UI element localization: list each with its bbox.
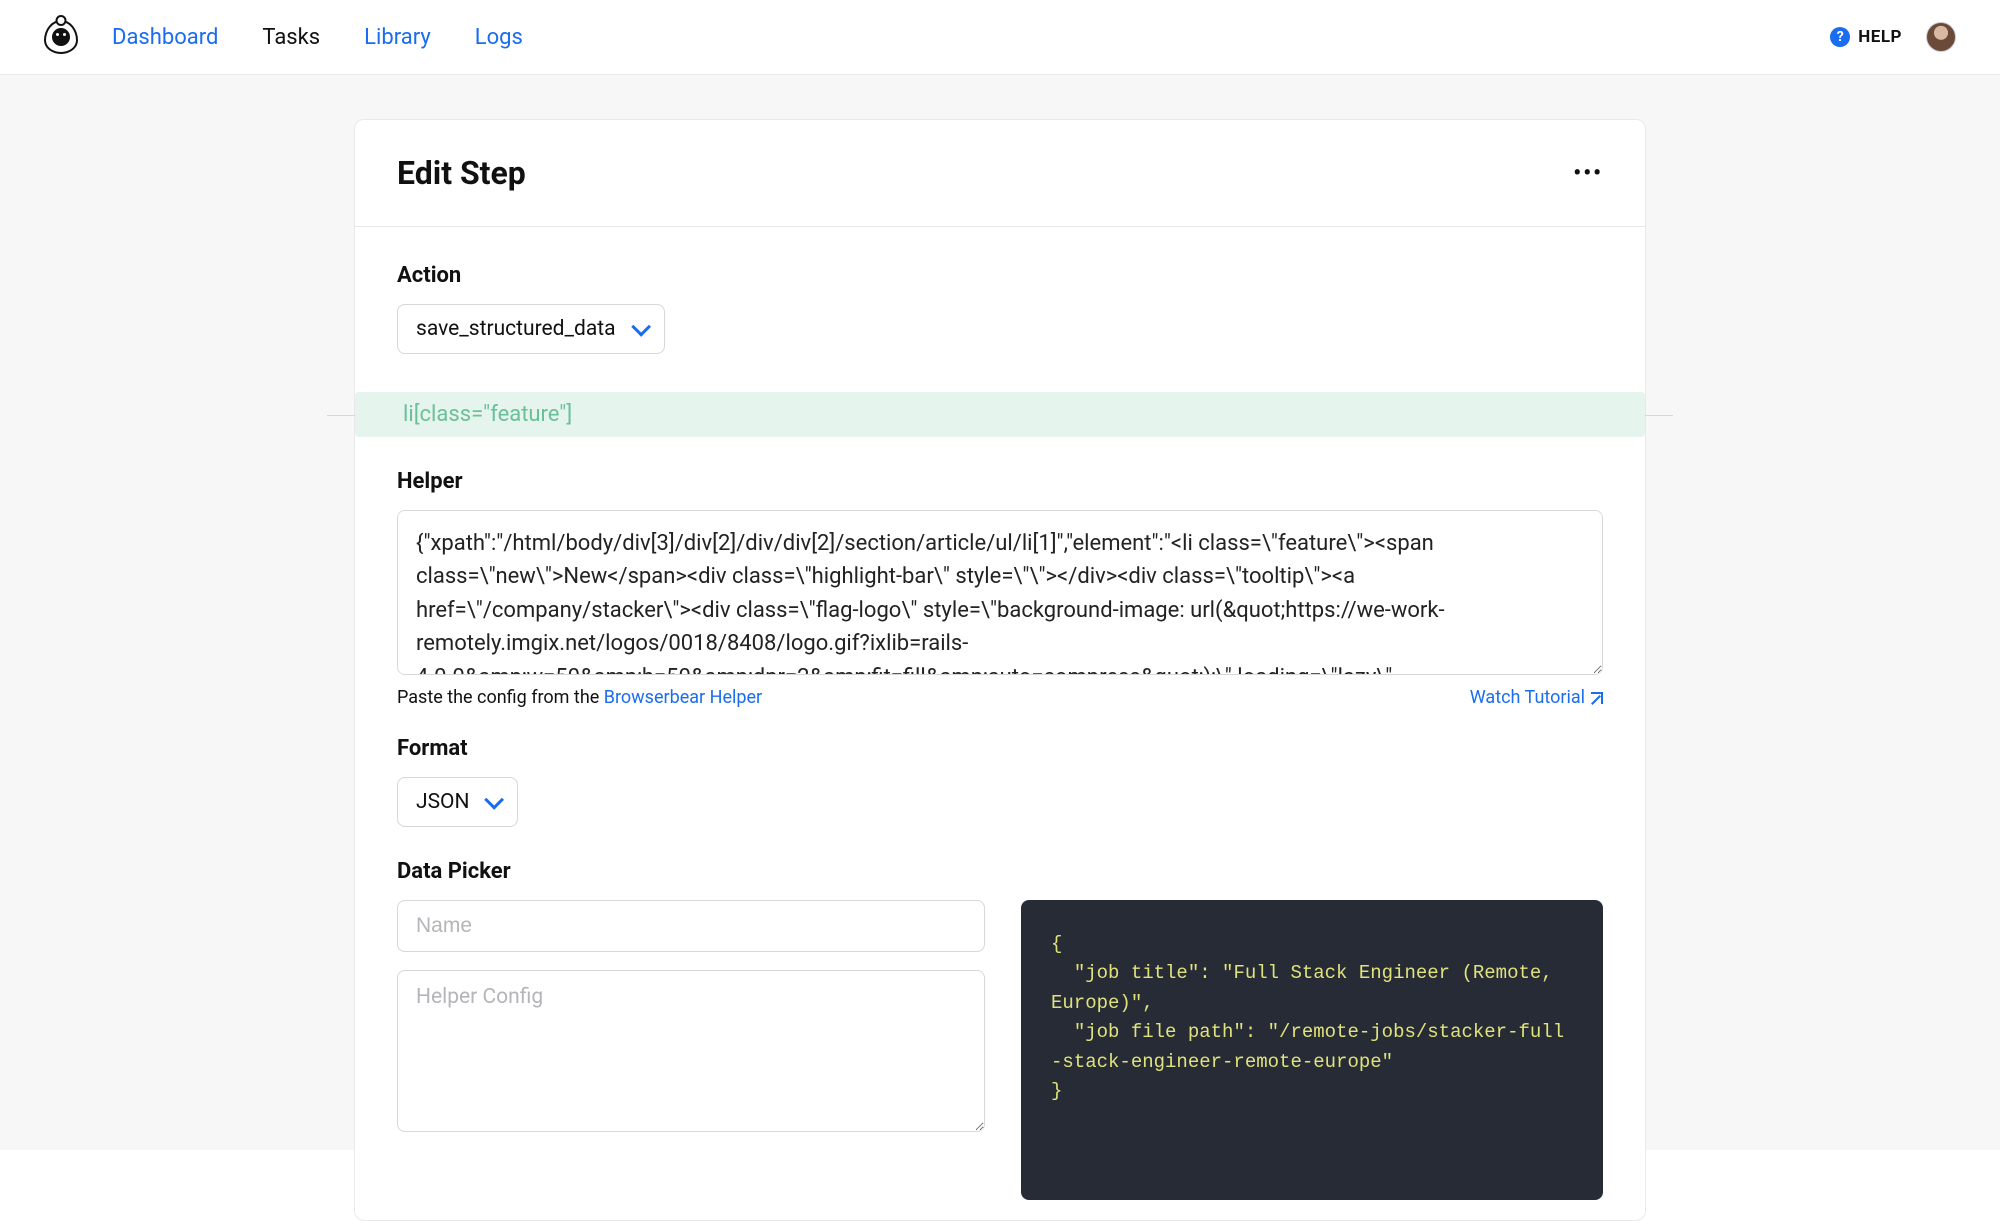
action-label: Action <box>397 263 1603 288</box>
nav-items: Dashboard Tasks Library Logs <box>112 25 523 50</box>
help-icon: ? <box>1830 27 1850 47</box>
external-link-icon <box>1591 692 1603 704</box>
card-header: Edit Step ••• <box>355 120 1645 227</box>
avatar[interactable] <box>1926 22 1956 52</box>
action-select-value: save_structured_data <box>416 317 616 341</box>
data-picker-name-input[interactable] <box>397 900 985 952</box>
chevron-down-icon <box>485 790 505 810</box>
logo[interactable] <box>44 20 78 54</box>
nav-tasks[interactable]: Tasks <box>262 25 320 50</box>
format-label: Format <box>397 736 1603 761</box>
helper-hint: Paste the config from the Browserbear He… <box>397 687 762 708</box>
edit-step-card: Edit Step ••• Action save_structured_dat… <box>354 119 1646 1221</box>
top-nav: Dashboard Tasks Library Logs ? HELP <box>0 0 2000 75</box>
selector-preview: li[class="feature"] <box>355 392 1645 437</box>
watch-tutorial-link[interactable]: Watch Tutorial <box>1470 687 1603 708</box>
helper-label: Helper <box>397 469 1603 494</box>
format-select-value: JSON <box>416 790 469 814</box>
more-menu-button[interactable]: ••• <box>1573 161 1603 186</box>
help-link[interactable]: ? HELP <box>1830 27 1902 47</box>
nav-logs[interactable]: Logs <box>475 25 523 50</box>
format-select[interactable]: JSON <box>397 777 518 827</box>
data-picker-config-textarea[interactable] <box>397 970 985 1132</box>
nav-dashboard[interactable]: Dashboard <box>112 25 218 50</box>
helper-textarea[interactable] <box>397 510 1603 675</box>
chevron-down-icon <box>631 317 651 337</box>
main-area: Edit Step ••• Action save_structured_dat… <box>0 75 2000 1150</box>
action-select[interactable]: save_structured_data <box>397 304 665 354</box>
browserbear-helper-link[interactable]: Browserbear Helper <box>604 687 762 708</box>
help-label: HELP <box>1858 27 1902 47</box>
page-title: Edit Step <box>397 154 526 192</box>
nav-library[interactable]: Library <box>364 25 431 50</box>
json-preview: { "job title": "Full Stack Engineer (Rem… <box>1021 900 1603 1200</box>
data-picker-label: Data Picker <box>397 859 1603 884</box>
